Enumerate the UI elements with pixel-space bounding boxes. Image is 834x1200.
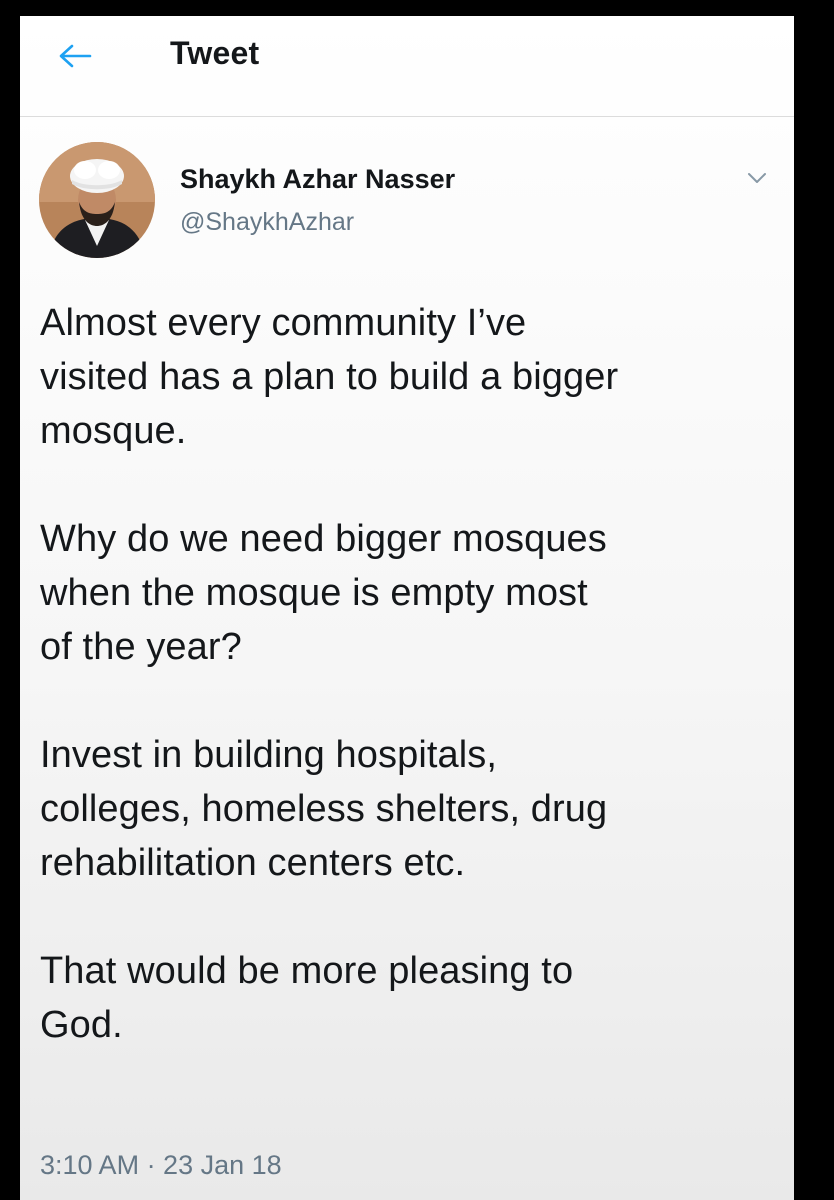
text-line: God. xyxy=(40,1004,123,1046)
tweet-menu-button[interactable] xyxy=(742,166,772,190)
top-bar: Tweet xyxy=(20,16,794,117)
text-line: when the mosque is empty most xyxy=(40,572,588,614)
tweet-paragraph: That would be more pleasing to God. xyxy=(40,944,780,1052)
text-line: Invest in building hospitals, xyxy=(40,734,498,776)
tweet-paragraph: Why do we need bigger mosques when the m… xyxy=(40,512,780,674)
author-name[interactable]: Shaykh Azhar Nasser xyxy=(180,164,455,195)
tweet-paragraph: Invest in building hospitals, colleges, … xyxy=(40,728,780,890)
tweet-text: Almost every community I’ve visited has … xyxy=(40,296,780,1106)
tweet-screen: Tweet Shaykh Azhar Nasser @ShaykhAzhar A… xyxy=(20,16,794,1200)
back-button[interactable] xyxy=(50,34,100,78)
avatar[interactable] xyxy=(39,142,155,258)
profile-photo xyxy=(39,142,155,258)
text-line: Why do we need bigger mosques xyxy=(40,518,607,560)
text-line: colleges, homeless shelters, drug xyxy=(40,788,608,830)
chevron-down-icon xyxy=(748,173,766,183)
tweet-timestamp[interactable]: 3:10 AM · 23 Jan 18 xyxy=(40,1150,282,1181)
text-line: Almost every community I’ve xyxy=(40,302,527,344)
tweet-paragraph: Almost every community I’ve visited has … xyxy=(40,296,780,458)
text-line: That would be more pleasing to xyxy=(40,950,574,992)
page-title: Tweet xyxy=(170,35,260,71)
text-line: of the year? xyxy=(40,626,242,668)
author-handle[interactable]: @ShaykhAzhar xyxy=(180,208,354,237)
arrow-left-icon xyxy=(59,44,92,68)
text-line: mosque. xyxy=(40,410,187,452)
text-line: visited has a plan to build a bigger xyxy=(40,356,619,398)
text-line: rehabilitation centers etc. xyxy=(40,842,466,884)
